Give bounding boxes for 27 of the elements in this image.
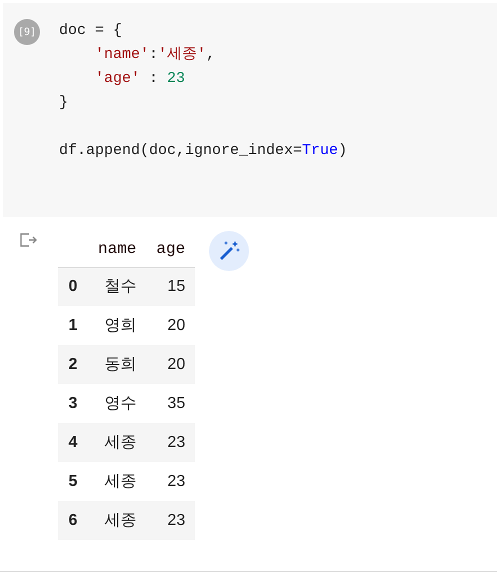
code-text: doc = { 'name':'세종', 'age' : 23 } df.append(doc,ignore_index=True) bbox=[59, 21, 348, 161]
row-index: 2 bbox=[58, 345, 88, 384]
row-index: 3 bbox=[58, 384, 88, 423]
table-cell: 20 bbox=[146, 345, 196, 384]
row-index: 4 bbox=[58, 423, 88, 462]
table-cell: 영수 bbox=[88, 384, 146, 423]
table-cell: 세종 bbox=[88, 462, 146, 501]
column-header: age bbox=[146, 231, 196, 267]
row-index: 5 bbox=[58, 462, 88, 501]
table-cell: 20 bbox=[146, 306, 196, 345]
magic-wand-button[interactable] bbox=[209, 231, 250, 271]
row-index: 1 bbox=[58, 306, 88, 345]
table-cell: 동희 bbox=[88, 345, 146, 384]
table-cell: 영희 bbox=[88, 306, 146, 345]
table-cell: 23 bbox=[146, 423, 196, 462]
table-cell: 23 bbox=[146, 501, 196, 540]
column-header: name bbox=[88, 231, 146, 267]
table-cell: 세종 bbox=[88, 423, 146, 462]
row-index: 6 bbox=[58, 501, 88, 540]
row-index: 0 bbox=[58, 267, 88, 306]
output-icon bbox=[20, 233, 38, 247]
table-cell: 35 bbox=[146, 384, 196, 423]
table-cell: 15 bbox=[146, 267, 196, 306]
run-button[interactable]: [9] bbox=[14, 19, 40, 45]
table-cell: 세종 bbox=[88, 501, 146, 540]
table-cell: 23 bbox=[146, 462, 196, 501]
table-cell: 철수 bbox=[88, 267, 146, 306]
